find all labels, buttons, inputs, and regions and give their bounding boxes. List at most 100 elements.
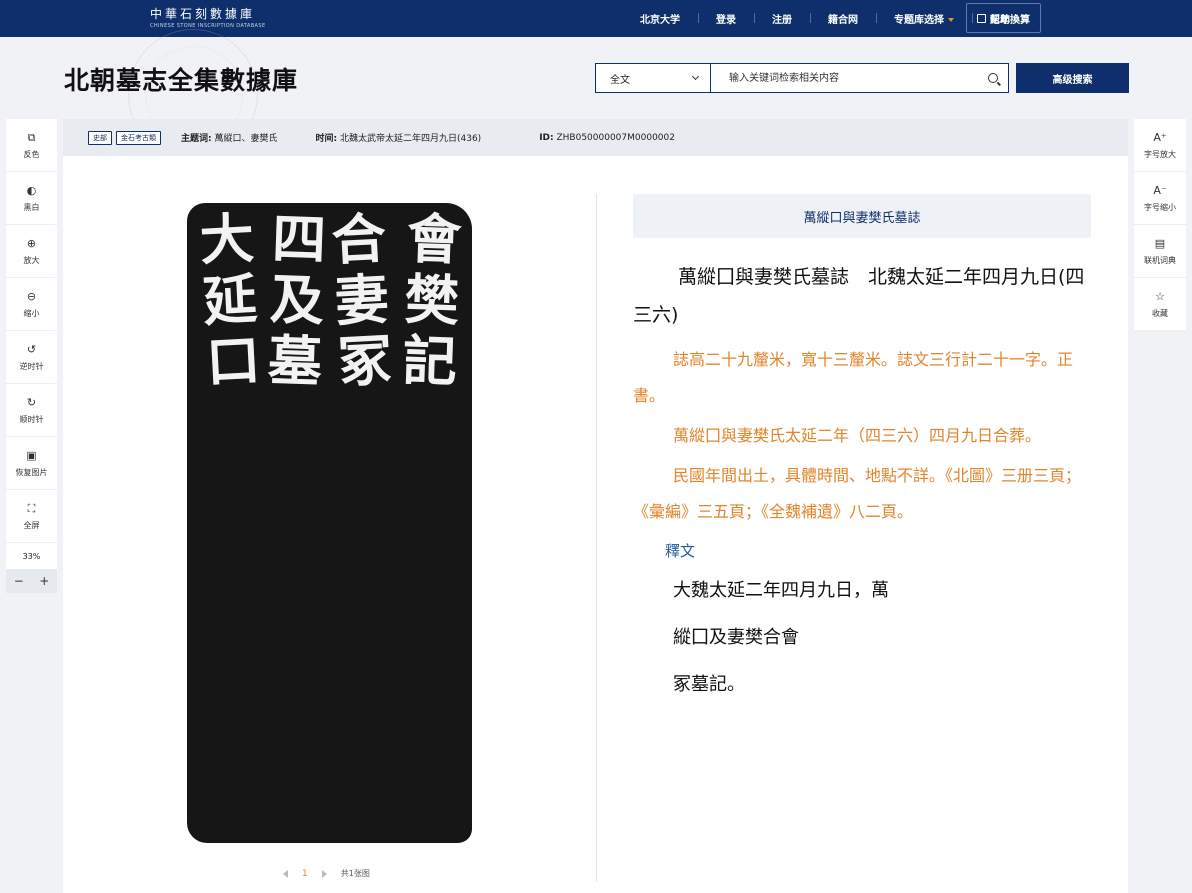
rubbing-glyph: 會: [406, 206, 463, 272]
rubbing-glyph: 及: [268, 267, 326, 333]
reset-image-tool[interactable]: ▣ 恢复图片: [6, 437, 57, 490]
black-white-tool[interactable]: ◐ 黑白: [6, 172, 57, 225]
inscription-note: 民國年間出土，具體時間、地點不詳。《北圖》三册三頁；《彙編》三五頁；《全魏補遺》…: [633, 466, 1082, 521]
tool-label: 收藏: [1152, 308, 1168, 318]
rubbing-column: 會樊記: [394, 206, 470, 394]
rubbing-glyph: 延: [201, 266, 259, 334]
zoom-stepper: − +: [6, 569, 57, 593]
nav-database-select-label: 专题库选择: [894, 15, 944, 26]
rubbing-column: 四及墓: [259, 206, 335, 394]
rotate-ccw-icon: ↺: [26, 342, 37, 356]
tool-label: 顺时针: [19, 414, 44, 424]
inscription-note: 誌高二十九釐米，寬十三釐米。誌文三行計二十一字。正書。: [633, 350, 1074, 405]
image-viewer[interactable]: 會樊記合妻冢四及墓大延口: [173, 193, 488, 843]
star-icon: ☆: [1155, 289, 1165, 303]
inscription-note: 萬縱囗與妻樊氏太延二年（四三六）四月九日合葬。: [673, 426, 1042, 445]
caret-down-icon: [948, 18, 954, 22]
content-area: 會樊記合妻冢四及墓大延口 1 共1张图 萬縱口與妻樊氏墓誌 萬縱囗與妻樊氏墓誌 …: [63, 156, 1128, 893]
site-logo[interactable]: 中華石刻數據庫 CHINESE STONE INSCRIPTION DATABA…: [150, 5, 266, 29]
rubbing-glyph: 大: [198, 205, 256, 273]
category-tag[interactable]: 金石考古類: [116, 130, 161, 145]
copy-icon: ⧉: [27, 130, 36, 144]
page-total: 共1张图: [340, 869, 370, 878]
font-size-increase-tool[interactable]: A⁺ 字号放大: [1134, 119, 1186, 172]
font-increase-icon: A⁺: [1153, 130, 1167, 144]
record-info-bar: 史部 金石考古類 主题词: 萬縱口、妻樊氏 时间: 北魏太武帝太延二年四月九日(…: [63, 119, 1128, 156]
book-icon: ▤: [1154, 236, 1166, 250]
next-page-icon[interactable]: [321, 869, 327, 878]
page-current[interactable]: 1: [302, 869, 308, 879]
calendar-icon: [977, 13, 986, 23]
tool-label: 反色: [23, 149, 40, 159]
id-label: ID:: [539, 132, 554, 143]
nav-login[interactable]: 登录: [698, 11, 754, 26]
rubbing-glyph: 合: [330, 205, 388, 273]
contrast-icon: ◐: [26, 183, 37, 197]
zoom-out-tool[interactable]: ⊖ 缩小: [6, 278, 57, 331]
invert-color-tool[interactable]: ⧉ 反色: [6, 119, 57, 172]
zoom-minus-button[interactable]: −: [6, 569, 32, 593]
logo-cn: 中華石刻數據庫: [150, 7, 256, 21]
transcription-line: 縱囗及妻樊合會: [673, 627, 799, 648]
rotate-cw-tool[interactable]: ↻ 顺时针: [6, 384, 57, 437]
pane-divider: [596, 194, 597, 882]
nav-peking-university[interactable]: 北京大学: [622, 11, 698, 26]
zoom-level: 33%: [22, 551, 41, 561]
time-field: 时间: 北魏太武帝太延二年四月九日(436): [316, 131, 482, 144]
zoom-out-icon: ⊖: [26, 289, 37, 303]
rotate-ccw-tool[interactable]: ↺ 逆时针: [6, 331, 57, 384]
favorite-tool[interactable]: ☆ 收藏: [1134, 278, 1186, 331]
tool-label: 黑白: [23, 202, 40, 212]
nav-database-select[interactable]: 专题库选择: [876, 11, 972, 26]
subject-label: 主题词:: [181, 134, 212, 144]
rubbing-glyph: 妻: [333, 266, 391, 334]
fullscreen-tool[interactable]: ⛶ 全屏: [6, 490, 57, 543]
search-scope-value: 全文: [610, 74, 630, 86]
inscription-title: 萬縱口與妻樊氏墓誌: [633, 194, 1091, 238]
nav-jihe[interactable]: 籍合网: [810, 11, 876, 26]
text-panel: 萬縱口與妻樊氏墓誌 萬縱囗與妻樊氏墓誌 北魏太延二年四月九日(四三六) 誌高二十…: [633, 194, 1091, 697]
advanced-search-button[interactable]: 高级搜索: [1016, 63, 1129, 93]
id-field: ID: ZHB050000007M0000002: [539, 133, 675, 143]
transcription-label: 釋文: [665, 542, 696, 560]
id-value: ZHB050000007M0000002: [556, 132, 675, 143]
calendar-convert-label: 紀年換算: [990, 14, 1030, 26]
zoom-plus-button[interactable]: +: [32, 569, 58, 593]
image-toolbar: ⧉ 反色 ◐ 黑白 ⊕ 放大 ⊖ 缩小 ↺ 逆时针 ↻ 顺时针 ▣ 恢复图片 ⛶…: [6, 119, 57, 593]
search-button[interactable]: [978, 64, 1008, 92]
reset-icon: ▣: [26, 448, 37, 462]
search-scope-select[interactable]: 全文: [596, 64, 711, 92]
rubbing-glyph: 冢: [336, 327, 394, 395]
font-decrease-icon: A⁻: [1153, 183, 1167, 197]
search-input[interactable]: [711, 64, 978, 92]
tool-label: 字号缩小: [1144, 202, 1176, 212]
tool-label: 逆时针: [19, 361, 44, 371]
search-icon: [988, 73, 998, 83]
font-size-decrease-tool[interactable]: A⁻ 字号缩小: [1134, 172, 1186, 225]
logo-en: CHINESE STONE INSCRIPTION DATABASE: [150, 23, 266, 29]
rubbing-column: 大延口: [190, 205, 269, 395]
rubbing-glyph: 記: [401, 328, 458, 394]
calendar-convert-button[interactable]: 紀年換算: [966, 3, 1041, 33]
rubbing-glyph: 樊: [403, 267, 461, 333]
tool-label: 恢复图片: [15, 467, 48, 477]
text-toolbar: A⁺ 字号放大 A⁻ 字号缩小 ▤ 联机词典 ☆ 收藏: [1134, 119, 1186, 331]
rotate-cw-icon: ↻: [26, 395, 37, 409]
page-title: 北朝墓志全集數據庫: [64, 66, 299, 95]
dictionary-tool[interactable]: ▤ 联机词典: [1134, 225, 1186, 278]
tool-label: 字号放大: [1144, 149, 1176, 159]
rubbing-glyph: 口: [204, 327, 262, 395]
rubbing-glyph: 四: [271, 206, 328, 272]
rubbing-image: 會樊記合妻冢四及墓大延口: [187, 203, 472, 843]
subject-value: 萬縱口、妻樊氏: [214, 134, 278, 144]
tool-label: 放大: [23, 255, 40, 265]
prev-page-icon[interactable]: [283, 869, 288, 878]
rubbing-glyph: 墓: [266, 328, 323, 394]
time-value: 北魏太武帝太延二年四月九日(436): [339, 134, 482, 144]
zoom-in-tool[interactable]: ⊕ 放大: [6, 225, 57, 278]
category-tag[interactable]: 史部: [88, 130, 112, 145]
header: 北朝墓志全集數據庫 全文 高级搜索: [0, 29, 1192, 159]
nav-register[interactable]: 注册: [754, 11, 810, 26]
tool-label: 全屏: [23, 520, 40, 530]
subject-field: 主题词: 萬縱口、妻樊氏: [181, 131, 278, 144]
